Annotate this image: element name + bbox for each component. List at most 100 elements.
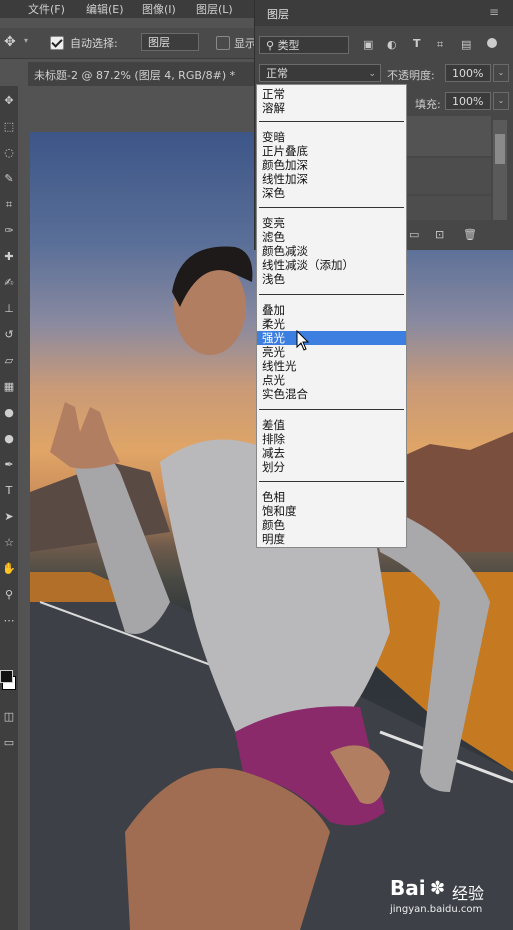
foreground-color-swatch[interactable]	[0, 670, 13, 683]
auto-select-target-value: 图层	[148, 36, 170, 49]
dodge-icon[interactable]: ●	[2, 432, 16, 446]
layers-scrollbar[interactable]	[493, 120, 507, 220]
blend-option[interactable]: 划分	[262, 460, 285, 474]
blend-mode-dropdown[interactable]: 正常 ⌄	[259, 64, 381, 82]
opacity-chevron-icon[interactable]: ⌄	[493, 64, 509, 82]
blend-option[interactable]: 色相	[262, 490, 285, 504]
fill-value: 100%	[452, 95, 484, 108]
layers-panel-title[interactable]: 图层	[267, 6, 289, 22]
zoom-icon[interactable]: ⚲	[2, 588, 16, 602]
blend-option[interactable]: 差值	[262, 418, 285, 432]
mouse-cursor-icon	[296, 330, 310, 351]
blend-option[interactable]: 实色混合	[262, 387, 308, 401]
blend-option-highlighted[interactable]: 强光	[257, 331, 406, 345]
marquee-icon[interactable]: ⬚	[2, 120, 16, 134]
watermark-brand-suffix: 经验	[452, 884, 485, 903]
blend-option[interactable]: 颜色	[262, 518, 285, 532]
blend-option[interactable]: 明度	[262, 532, 285, 546]
auto-select-checkbox[interactable]	[50, 36, 64, 50]
blend-option[interactable]: 点光	[262, 373, 285, 387]
baidu-jingyan-watermark: Bai ✽ 经验 jingyan.baidu.com	[390, 876, 500, 920]
eraser-icon[interactable]: ▱	[2, 354, 16, 368]
shape-filter-icon[interactable]: ⌗	[437, 38, 443, 52]
paw-icon: ✽	[430, 878, 446, 899]
layers-panel-header: 图层 ≡	[255, 0, 513, 26]
blend-option[interactable]: 颜色加深	[262, 158, 308, 172]
new-group-icon[interactable]: ▭	[409, 228, 419, 241]
scrollbar-thumb[interactable]	[495, 134, 505, 164]
menu-divider	[259, 409, 404, 410]
pen-icon[interactable]: ✒	[2, 458, 16, 472]
filter-kind-dropdown[interactable]: ⚲ 类型	[259, 36, 349, 54]
history-brush-icon[interactable]: ↺	[2, 328, 16, 342]
eyedropper-icon[interactable]: ✑	[2, 224, 16, 238]
menu-divider	[259, 207, 404, 208]
menu-file[interactable]: 文件(F)	[28, 1, 65, 17]
crop-icon[interactable]: ⌗	[2, 198, 16, 212]
blend-option[interactable]: 溶解	[262, 101, 285, 115]
opacity-label: 不透明度:	[387, 69, 435, 82]
path-select-icon[interactable]: ➤	[2, 510, 16, 524]
more-tools-icon[interactable]: ⋯	[2, 614, 16, 628]
menu-layer[interactable]: 图层(L)	[196, 1, 233, 17]
blend-option[interactable]: 饱和度	[262, 504, 297, 518]
smart-object-filter-icon[interactable]: ▤	[461, 38, 471, 51]
show-transform-checkbox[interactable]	[216, 36, 230, 50]
blend-option[interactable]: 线性加深	[262, 172, 308, 186]
adjustment-filter-icon[interactable]: ◐	[387, 38, 397, 51]
panel-menu-icon[interactable]: ≡	[489, 5, 499, 19]
blend-option[interactable]: 排除	[262, 432, 285, 446]
screen-mode-icon[interactable]: ▭	[2, 736, 16, 750]
stamp-icon[interactable]: ⊥	[2, 302, 16, 316]
hand-icon[interactable]: ✋	[2, 562, 16, 576]
show-transform-label: 显示	[234, 37, 256, 50]
watermark-url: jingyan.baidu.com	[390, 904, 483, 915]
blend-option[interactable]: 颜色减淡	[262, 244, 308, 258]
gradient-icon[interactable]: ▦	[2, 380, 16, 394]
opacity-value: 100%	[452, 67, 484, 80]
menu-divider	[259, 294, 404, 295]
quick-select-icon[interactable]: ✎	[2, 172, 16, 186]
blend-option[interactable]: 线性减淡（添加）	[262, 258, 354, 272]
blend-option[interactable]: 浅色	[262, 272, 285, 286]
opacity-input[interactable]: 100%	[445, 64, 491, 82]
blend-option[interactable]: 正常	[262, 87, 285, 101]
fill-input[interactable]: 100%	[445, 92, 491, 110]
type-filter-icon[interactable]: T	[413, 37, 421, 50]
lasso-icon[interactable]: ◌	[2, 146, 16, 160]
shape-icon[interactable]: ☆	[2, 536, 16, 550]
pixel-filter-icon[interactable]: ▣	[363, 38, 373, 51]
blend-option[interactable]: 亮光	[262, 345, 285, 359]
new-layer-icon[interactable]: ⊡	[435, 228, 444, 241]
fill-chevron-icon[interactable]: ⌄	[493, 92, 509, 110]
chevron-down-icon[interactable]: ▾	[24, 36, 28, 45]
blend-option[interactable]: 变暗	[262, 130, 285, 144]
blend-option[interactable]: 叠加	[262, 303, 285, 317]
filter-toggle-icon[interactable]	[487, 38, 497, 48]
blend-option[interactable]: 滤色	[262, 230, 285, 244]
auto-select-label: 自动选择:	[70, 37, 118, 50]
blend-option[interactable]: 柔光	[262, 317, 285, 331]
blend-option[interactable]: 减去	[262, 446, 285, 460]
blend-option[interactable]: 正片叠底	[262, 144, 308, 158]
menu-edit[interactable]: 编辑(E)	[86, 1, 124, 17]
delete-layer-icon[interactable]: 🗑	[463, 228, 477, 241]
quick-mask-icon[interactable]: ◫	[2, 710, 16, 724]
auto-select-target-dropdown[interactable]: 图层	[141, 33, 199, 51]
menu-divider	[259, 121, 404, 122]
fill-label: 填充:	[415, 98, 441, 111]
blur-icon[interactable]: ●	[2, 406, 16, 420]
move-icon[interactable]: ✥	[2, 94, 16, 108]
watermark-brand: Bai	[390, 876, 426, 900]
blend-option[interactable]: 线性光	[262, 359, 297, 373]
type-icon[interactable]: T	[2, 484, 16, 498]
blend-option[interactable]: 深色	[262, 186, 285, 200]
chevron-down-icon: ⌄	[368, 69, 376, 79]
menu-image[interactable]: 图像(I)	[142, 1, 176, 17]
blend-option[interactable]: 变亮	[262, 216, 285, 230]
brush-icon[interactable]: ✍	[2, 276, 16, 290]
move-tool-icon[interactable]: ✥	[4, 34, 16, 50]
document-tab[interactable]: 未标题-2 @ 87.2% (图层 4, RGB/8#) *	[28, 62, 268, 86]
healing-icon[interactable]: ✚	[2, 250, 16, 264]
blend-mode-menu: 正常 溶解 变暗 正片叠底 颜色加深 线性加深 深色 变亮 滤色 颜色减淡 线性…	[256, 84, 407, 548]
